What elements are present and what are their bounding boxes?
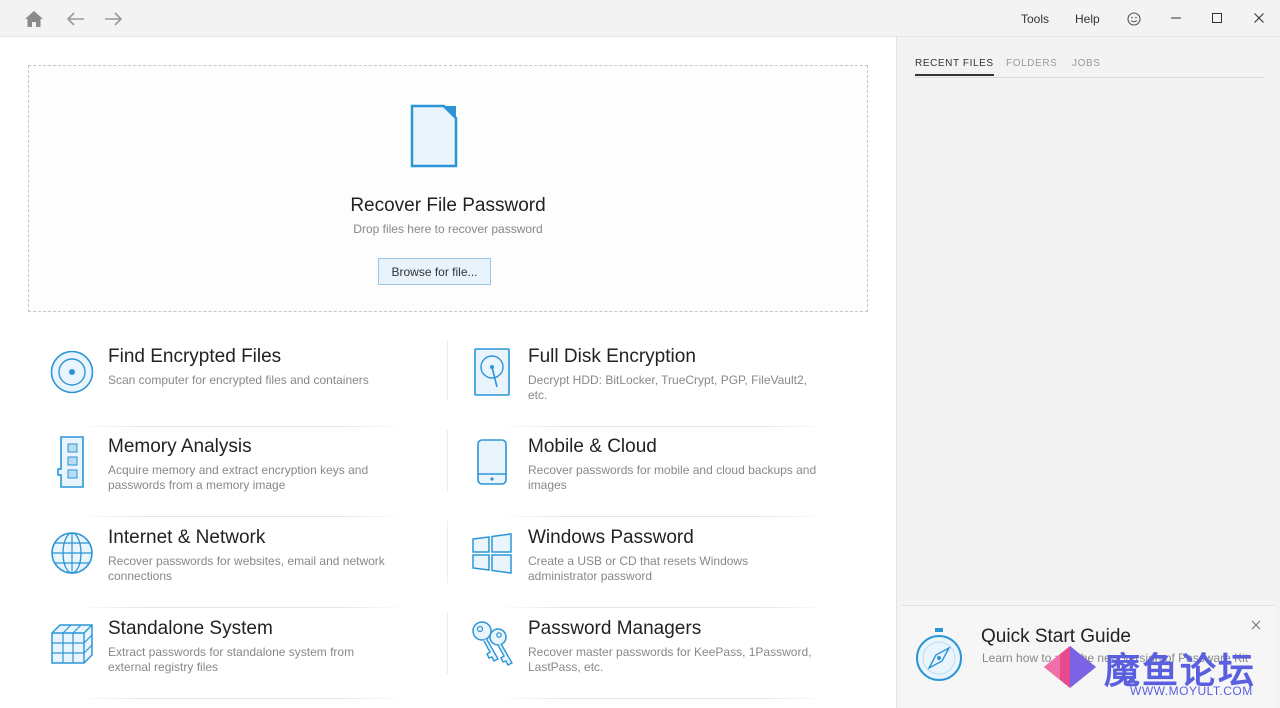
tile-password-managers[interactable]: Password Managers Recover master passwor… [468,618,828,700]
close-icon[interactable] [1249,618,1263,632]
side-panel: RECENT FILES FOLDERS JOBS Quick Start Gu… [896,37,1280,708]
forward-arrow-icon[interactable] [102,8,124,30]
column-separator [447,612,448,674]
watermark-diamond-icon [1044,646,1096,688]
main-panel: Recover File Password Drop files here to… [0,37,896,708]
tile-internet-network[interactable]: Internet & Network Recover passwords for… [48,527,408,609]
tile-title: Memory Analysis [108,436,252,457]
tile-description: Recover master passwords for KeePass, 1P… [528,645,812,674]
document-icon [410,104,458,173]
watermark-logo: 魔鱼论坛 WWW.MOYULT.COM [1040,640,1280,708]
globe-icon [48,527,96,579]
tile-title: Mobile & Cloud [528,436,657,457]
tile-divider [76,698,408,699]
side-tabs: RECENT FILES FOLDERS JOBS [915,58,1264,78]
tile-divider [76,516,408,517]
tab-jobs[interactable]: JOBS [1072,58,1101,69]
tile-standalone-system[interactable]: Standalone System Extract passwords for … [48,618,408,700]
tile-title: Windows Password [528,527,694,548]
home-icon[interactable] [23,8,45,30]
tile-description: Acquire memory and extract encryption ke… [108,463,369,492]
tile-description: Extract passwords for standalone system … [108,645,355,674]
tile-description: Recover passwords for websites, email an… [108,554,385,583]
drop-zone-subtitle: Drop files here to recover password [353,222,543,236]
tile-description: Create a USB or CD that resets Windows a… [528,554,749,583]
mobile-phone-icon [468,436,516,488]
tile-divider [496,698,828,699]
tile-windows-password[interactable]: Windows Password Create a USB or CD that… [468,527,828,609]
windows-logo-icon [468,527,516,579]
tile-full-disk-encryption[interactable]: Full Disk Encryption Decrypt HDD: BitLoc… [468,346,828,428]
keys-icon [468,618,516,670]
tile-mobile-cloud[interactable]: Mobile & Cloud Recover passwords for mob… [468,436,828,518]
tile-divider [76,607,408,608]
memory-chip-icon [48,436,96,488]
close-window-button[interactable] [1246,6,1272,30]
title-bar: Tools Help [0,0,1280,37]
tile-divider [496,426,828,427]
feedback-smiley-icon[interactable] [1123,8,1145,30]
tile-title: Internet & Network [108,527,266,548]
hard-disk-icon [468,346,516,398]
tab-recent-files[interactable]: RECENT FILES [915,58,994,76]
tile-title: Full Disk Encryption [528,346,696,367]
tile-title: Find Encrypted Files [108,346,282,367]
maximize-button[interactable] [1204,6,1230,30]
tile-divider [496,607,828,608]
tile-find-encrypted-files[interactable]: Find Encrypted Files Scan computer for e… [48,346,408,428]
scan-disc-icon [48,346,96,398]
column-separator [447,521,448,583]
tile-title: Password Managers [528,618,702,639]
cubes-icon [48,618,96,670]
tile-divider [496,516,828,517]
compass-icon [915,628,963,689]
file-drop-zone[interactable]: Recover File Password Drop files here to… [28,65,868,312]
watermark-url: WWW.MOYULT.COM [1130,684,1253,698]
tile-description: Scan computer for encrypted files and co… [108,373,369,387]
drop-zone-title: Recover File Password [350,195,546,216]
menu-help[interactable]: Help [1075,12,1100,26]
column-separator [447,340,448,400]
tile-title: Standalone System [108,618,273,639]
minimize-button[interactable] [1163,6,1189,30]
back-arrow-icon[interactable] [65,8,87,30]
tab-folders[interactable]: FOLDERS [1006,58,1057,69]
column-separator [447,430,448,492]
tile-description: Recover passwords for mobile and cloud b… [528,463,817,492]
tile-memory-analysis[interactable]: Memory Analysis Acquire memory and extra… [48,436,408,518]
tile-divider [76,426,408,427]
browse-file-button[interactable]: Browse for file... [378,258,491,285]
menu-tools[interactable]: Tools [1021,12,1049,26]
tile-description: Decrypt HDD: BitLocker, TrueCrypt, PGP, … [528,373,807,402]
